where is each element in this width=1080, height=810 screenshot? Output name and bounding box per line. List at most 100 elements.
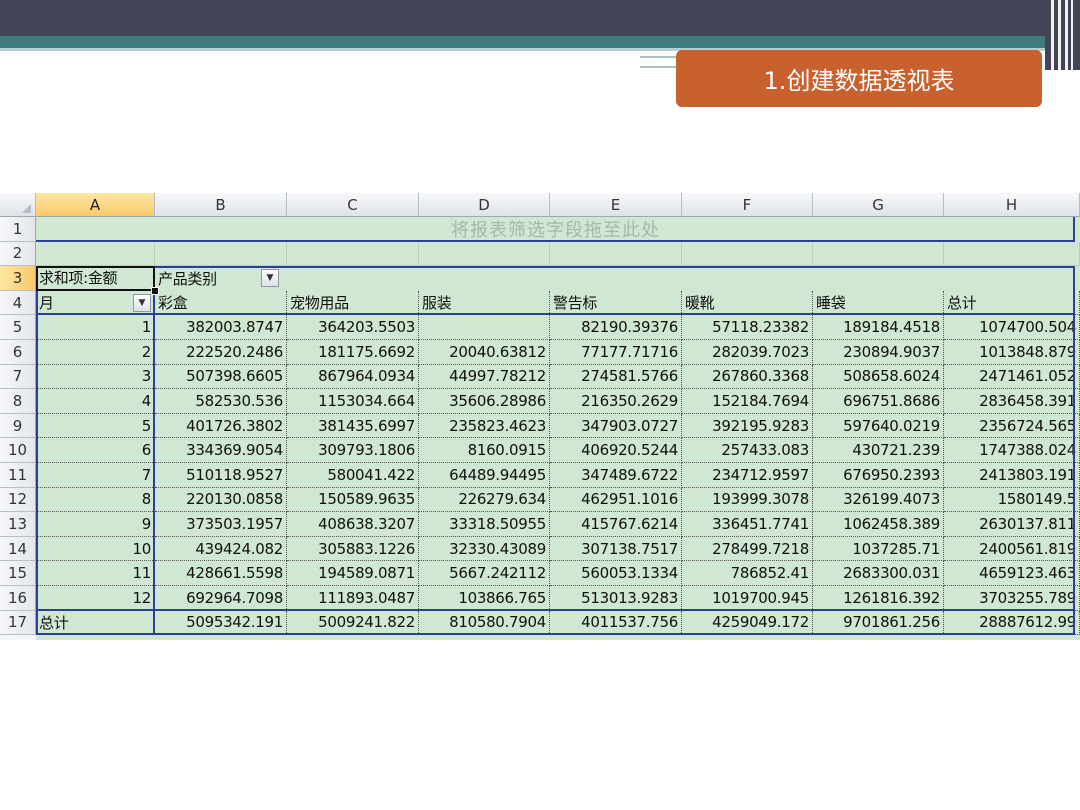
column-header-e[interactable]: E — [550, 193, 682, 217]
pivot-value-cell[interactable]: 230894.9037 — [813, 340, 944, 365]
column-header-d[interactable]: D — [419, 193, 550, 217]
grand-total-cell[interactable]: 810580.7904 — [419, 610, 550, 636]
pivot-row-label[interactable]: 12 — [36, 586, 155, 611]
empty-cell[interactable] — [287, 241, 419, 267]
column-filter-dropdown-icon[interactable]: ▼ — [261, 269, 279, 288]
pivot-value-cell[interactable]: 696751.8686 — [813, 389, 944, 414]
pivot-value-cell[interactable]: 364203.5503 — [287, 315, 419, 340]
pivot-column-header[interactable]: 服装 — [419, 290, 550, 316]
pivot-row-label[interactable]: 3 — [36, 364, 155, 390]
pivot-value-cell[interactable]: 381435.6997 — [287, 413, 419, 439]
pivot-value-cell[interactable]: 77177.71716 — [550, 340, 682, 365]
pivot-value-cell[interactable]: 20040.63812 — [419, 340, 550, 365]
empty-cell[interactable] — [36, 241, 155, 267]
pivot-value-cell[interactable]: 513013.9283 — [550, 586, 682, 611]
pivot-value-cell[interactable]: 282039.7023 — [682, 340, 813, 365]
pivot-value-cell[interactable]: 2471461.052 — [944, 364, 1080, 390]
grand-total-cell[interactable]: 4259049.172 — [682, 610, 813, 636]
pivot-row-label[interactable]: 11 — [36, 561, 155, 586]
pivot-value-cell[interactable]: 867964.0934 — [287, 364, 419, 390]
row-header-17[interactable]: 17 — [0, 610, 36, 636]
pivot-column-header[interactable]: 彩盒 — [155, 290, 287, 316]
pivot-value-cell[interactable]: 8160.0915 — [419, 438, 550, 463]
row-header-10[interactable]: 10 — [0, 438, 36, 463]
pivot-value-cell[interactable]: 2356724.565 — [944, 413, 1080, 439]
empty-cell[interactable] — [550, 241, 682, 267]
pivot-value-cell[interactable]: 597640.0219 — [813, 413, 944, 439]
pivot-value-cell[interactable]: 33318.50955 — [419, 512, 550, 537]
pivot-value-cell[interactable] — [419, 315, 550, 340]
pivot-value-cell[interactable]: 35606.28986 — [419, 389, 550, 414]
row-header-4[interactable]: 4 — [0, 290, 36, 316]
pivot-value-cell[interactable]: 103866.765 — [419, 586, 550, 611]
pivot-value-cell[interactable]: 5667.242112 — [419, 561, 550, 586]
pivot-row-label[interactable]: 5 — [36, 413, 155, 439]
pivot-column-header[interactable]: 睡袋 — [813, 290, 944, 316]
pivot-value-cell[interactable]: 57118.23382 — [682, 315, 813, 340]
pivot-value-cell[interactable]: 274581.5766 — [550, 364, 682, 390]
pivot-value-cell[interactable]: 3703255.789 — [944, 586, 1080, 611]
pivot-value-cell[interactable]: 326199.4073 — [813, 487, 944, 513]
pivot-value-cell[interactable]: 307138.7517 — [550, 536, 682, 562]
pivot-value-cell[interactable]: 580041.422 — [287, 463, 419, 488]
pivot-value-cell[interactable]: 4659123.463 — [944, 561, 1080, 586]
pivot-column-header[interactable]: 警告标 — [550, 290, 682, 316]
pivot-value-cell[interactable]: 2630137.811 — [944, 512, 1080, 537]
row-header-1[interactable]: 1 — [0, 217, 36, 242]
pivot-value-cell[interactable]: 309793.1806 — [287, 438, 419, 463]
pivot-row-label[interactable]: 4 — [36, 389, 155, 414]
pivot-column-header[interactable]: 总计 — [944, 290, 1080, 316]
empty-cell[interactable] — [682, 241, 813, 267]
grand-total-label[interactable]: 总计 — [36, 610, 155, 636]
row-header-3[interactable]: 3 — [0, 266, 36, 291]
pivot-value-cell[interactable]: 1019700.945 — [682, 586, 813, 611]
pivot-value-cell[interactable]: 415767.6214 — [550, 512, 682, 537]
column-header-a[interactable]: A — [36, 193, 155, 217]
pivot-value-cell[interactable]: 305883.1226 — [287, 536, 419, 562]
empty-cell[interactable] — [944, 241, 1080, 267]
pivot-value-cell[interactable]: 336451.7741 — [682, 512, 813, 537]
grand-total-cell[interactable]: 28887612.99 — [944, 610, 1080, 636]
pivot-value-cell[interactable]: 392195.9283 — [682, 413, 813, 439]
pivot-value-cell[interactable]: 32330.43089 — [419, 536, 550, 562]
pivot-value-cell[interactable]: 510118.9527 — [155, 463, 287, 488]
grand-total-cell[interactable]: 4011537.756 — [550, 610, 682, 636]
pivot-row-label[interactable]: 2 — [36, 340, 155, 365]
pivot-value-cell[interactable]: 2836458.391 — [944, 389, 1080, 414]
pivot-column-header[interactable]: 暖靴 — [682, 290, 813, 316]
pivot-value-cell[interactable]: 2400561.819 — [944, 536, 1080, 562]
pivot-value-cell[interactable]: 44997.78212 — [419, 364, 550, 390]
pivot-value-cell[interactable]: 439424.082 — [155, 536, 287, 562]
pivot-value-cell[interactable]: 64489.94495 — [419, 463, 550, 488]
pivot-value-cell[interactable]: 235823.4623 — [419, 413, 550, 439]
pivot-value-cell[interactable]: 220130.0858 — [155, 487, 287, 513]
pivot-value-cell[interactable]: 194589.0871 — [287, 561, 419, 586]
pivot-value-cell[interactable]: 216350.2629 — [550, 389, 682, 414]
column-header-h[interactable]: H — [944, 193, 1080, 217]
pivot-value-cell[interactable]: 234712.9597 — [682, 463, 813, 488]
pivot-value-cell[interactable]: 1037285.71 — [813, 536, 944, 562]
select-all-button[interactable] — [0, 193, 36, 217]
pivot-value-cell[interactable]: 226279.634 — [419, 487, 550, 513]
pivot-value-cell[interactable]: 267860.3368 — [682, 364, 813, 390]
grand-total-cell[interactable]: 9701861.256 — [813, 610, 944, 636]
row-header-11[interactable]: 11 — [0, 463, 36, 488]
pivot-value-cell[interactable]: 334369.9054 — [155, 438, 287, 463]
pivot-value-cell[interactable]: 401726.3802 — [155, 413, 287, 439]
pivot-value-cell[interactable]: 582530.536 — [155, 389, 287, 414]
row-header-6[interactable]: 6 — [0, 340, 36, 365]
pivot-value-cell[interactable]: 676950.2393 — [813, 463, 944, 488]
pivot-value-cell[interactable]: 257433.083 — [682, 438, 813, 463]
pivot-value-field-label[interactable]: 求和项:金额 — [36, 266, 155, 291]
pivot-value-cell[interactable]: 1062458.389 — [813, 512, 944, 537]
pivot-row-label[interactable]: 8 — [36, 487, 155, 513]
pivot-column-header[interactable]: 宠物用品 — [287, 290, 419, 316]
column-header-c[interactable]: C — [287, 193, 419, 217]
fill-handle[interactable] — [151, 286, 159, 295]
pivot-value-cell[interactable]: 189184.4518 — [813, 315, 944, 340]
empty-cell[interactable] — [813, 241, 944, 267]
pivot-value-cell[interactable]: 507398.6605 — [155, 364, 287, 390]
row-filter-dropdown-icon[interactable]: ▼ — [133, 293, 151, 312]
row-header-16[interactable]: 16 — [0, 586, 36, 611]
empty-cell[interactable] — [419, 241, 550, 267]
